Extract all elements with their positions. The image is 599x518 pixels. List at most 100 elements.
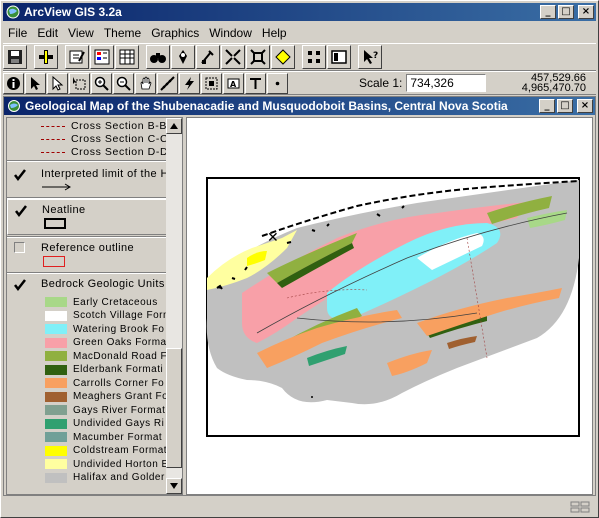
view-window: Geological Map of the Shubenacadie and M… xyxy=(3,96,596,496)
minimize-button[interactable]: _ xyxy=(540,5,556,19)
dashed-line-symbol xyxy=(41,138,65,140)
scale-label: Scale 1: xyxy=(359,76,403,90)
legend-item: Undivided Horton E xyxy=(45,458,169,470)
view-restore-button[interactable]: □ xyxy=(557,99,573,113)
zoom-in-tool[interactable] xyxy=(91,72,112,94)
svg-text:?: ? xyxy=(373,51,378,61)
pan-tool[interactable] xyxy=(135,72,156,94)
table-of-contents[interactable]: Cross Section B-B' Cross Section C-C' Cr… xyxy=(6,117,183,495)
hotlink-tool[interactable] xyxy=(179,72,200,94)
legend-item: Scotch Village Form xyxy=(45,310,172,322)
menu-theme[interactable]: Theme xyxy=(99,26,146,40)
close-button[interactable]: × xyxy=(578,5,594,19)
legend-swatch xyxy=(45,364,67,375)
vertex-edit-tool[interactable] xyxy=(47,72,68,94)
scroll-thumb[interactable] xyxy=(166,348,182,468)
menu-window[interactable]: Window xyxy=(204,26,257,40)
hand-icon xyxy=(140,75,152,89)
zoom-in-icon xyxy=(94,76,109,91)
locate-pin-icon xyxy=(179,50,187,64)
legend-label: Halifax and Golder xyxy=(73,472,165,483)
theme-properties-button[interactable] xyxy=(65,45,89,69)
open-table-button[interactable] xyxy=(115,45,139,69)
resize-grip-icon[interactable] xyxy=(570,501,590,513)
legend-item: Green Oaks Forma xyxy=(45,337,167,349)
legend-swatch xyxy=(45,459,67,469)
cross-section-d: Cross Section D-D' xyxy=(41,146,171,158)
legend-label: Meaghers Grant Fo xyxy=(73,391,169,402)
legend-swatch xyxy=(45,297,67,307)
add-theme-button[interactable] xyxy=(34,45,58,69)
measure-tool[interactable] xyxy=(157,72,178,94)
help-pointer-icon: ? xyxy=(364,50,378,64)
scroll-down-button[interactable] xyxy=(166,478,182,494)
legend-label: MacDonald Road F xyxy=(73,350,168,362)
identify-tool[interactable] xyxy=(3,72,24,94)
coord-y: 4,965,470.70 xyxy=(521,82,586,94)
select-feature-tool[interactable] xyxy=(69,72,90,94)
zoom-selected-button[interactable] xyxy=(271,45,295,69)
fault-marker: ✕ xyxy=(267,230,279,246)
find-button[interactable] xyxy=(146,45,170,69)
legend-item: MacDonald Road F xyxy=(45,350,167,362)
scroll-up-button[interactable] xyxy=(166,118,182,134)
query-icon xyxy=(201,50,214,64)
label-tool[interactable]: A xyxy=(223,72,244,94)
zoom-full-button[interactable] xyxy=(221,45,245,69)
area-of-interest-tool[interactable] xyxy=(201,72,222,94)
checkmark-icon[interactable] xyxy=(13,168,27,182)
zoom-out-tool[interactable] xyxy=(113,72,134,94)
app-title-bar[interactable]: ArcView GIS 3.2a _ □ × xyxy=(3,3,596,21)
legend-swatch xyxy=(45,405,67,415)
pointer-tool[interactable] xyxy=(25,72,46,94)
theme-neatline[interactable]: Neatline xyxy=(7,199,167,235)
legend-label: Elderbank Formati xyxy=(73,364,164,375)
view-close-button[interactable]: × xyxy=(577,99,593,113)
help-button[interactable]: ? xyxy=(358,45,382,69)
text-tool[interactable] xyxy=(245,72,266,94)
menu-file[interactable]: File xyxy=(3,26,32,40)
menu-edit[interactable]: Edit xyxy=(32,26,63,40)
query-builder-button[interactable] xyxy=(196,45,220,69)
unchecked-box[interactable] xyxy=(14,242,25,253)
theme-bedrock-units[interactable]: Bedrock Geologic Units Early Cretaceous S… xyxy=(7,274,171,494)
legend-swatch xyxy=(45,472,67,483)
edit-legend-button[interactable] xyxy=(90,45,114,69)
arrow-icon xyxy=(31,76,40,90)
outcrop-dot xyxy=(311,396,313,398)
theme-reference-outline[interactable]: Reference outline xyxy=(7,238,167,272)
menu-graphics[interactable]: Graphics xyxy=(146,26,204,40)
legend-item: Gays River Format xyxy=(45,404,165,416)
toc-scrollbar[interactable] xyxy=(166,118,182,494)
view-title-bar[interactable]: Geological Map of the Shubenacadie and M… xyxy=(4,97,595,115)
scale-input[interactable]: 734,326 xyxy=(406,74,487,92)
coordinate-readout: 457,529.66 4,965,470.70 xyxy=(521,73,586,94)
draw-point-tool[interactable] xyxy=(267,72,288,94)
tool-bar: A Scale 1: 734,326 457,529.66 4,965,470.… xyxy=(3,71,596,95)
legend-icon xyxy=(94,49,110,65)
legend-label: Macumber Format xyxy=(73,431,163,443)
legend-label: Undivided Gays Ri xyxy=(73,418,165,429)
toc-content: Cross Section B-B' Cross Section C-C' Cr… xyxy=(7,118,175,494)
cross-section-c-label: Cross Section C-C' xyxy=(71,133,171,145)
checkmark-icon[interactable] xyxy=(13,278,27,292)
menu-help[interactable]: Help xyxy=(257,26,292,40)
zoom-selected-icon xyxy=(275,49,291,65)
menu-view[interactable]: View xyxy=(63,26,99,40)
theme-interpreted-limit[interactable]: Interpreted limit of the Ho xyxy=(7,162,175,196)
cross-section-b-label: Cross Section B-B' xyxy=(71,120,170,132)
legend-item: Carrolls Corner Fo xyxy=(45,377,164,389)
zoom-active-button[interactable] xyxy=(246,45,270,69)
view-minimize-button[interactable]: _ xyxy=(539,99,555,113)
legend-label: Gays River Format xyxy=(73,404,166,416)
checkmark-icon[interactable] xyxy=(14,204,28,218)
maximize-button[interactable]: □ xyxy=(558,5,574,19)
layout-button[interactable] xyxy=(327,45,351,69)
locate-address-button[interactable] xyxy=(171,45,195,69)
theme-name: Reference outline xyxy=(41,242,135,254)
arcview-globe-icon xyxy=(6,5,20,19)
save-button[interactable] xyxy=(3,45,27,69)
legend-item: Watering Brook Fo xyxy=(45,323,165,335)
select-features-button[interactable] xyxy=(302,45,326,69)
map-canvas[interactable]: ✕ xyxy=(186,117,593,495)
